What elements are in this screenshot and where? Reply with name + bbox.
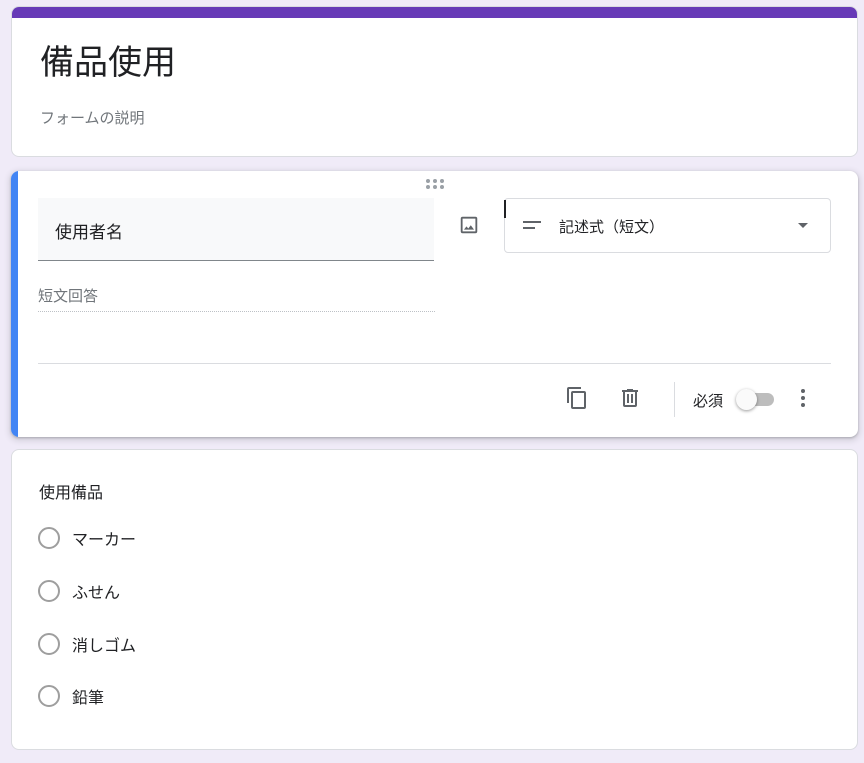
- toggle-thumb: [736, 389, 757, 410]
- delete-button[interactable]: [616, 384, 644, 412]
- card-divider: [38, 363, 831, 364]
- option-label: マーカー: [72, 530, 137, 549]
- duplicate-button[interactable]: [563, 384, 591, 412]
- radio-option[interactable]: 鉛筆: [38, 684, 104, 708]
- text-cursor: [504, 200, 506, 218]
- add-image-button[interactable]: [453, 209, 485, 241]
- active-question-indicator: [11, 171, 18, 437]
- radio-button[interactable]: [38, 685, 60, 707]
- question-card[interactable]: 使用備品 マーカー ふせん 消しゴム 鉛筆: [11, 449, 858, 750]
- required-label: 必須: [693, 392, 724, 410]
- drag-handle-icon[interactable]: [426, 179, 444, 189]
- option-label: ふせん: [72, 583, 121, 602]
- short-answer-placeholder: 短文回答: [38, 285, 435, 312]
- radio-button[interactable]: [38, 580, 60, 602]
- image-icon: [460, 216, 478, 234]
- arrow-drop-down-icon: [798, 223, 808, 228]
- radio-option[interactable]: ふせん: [38, 579, 120, 603]
- short-text-icon: [523, 221, 541, 229]
- question-title: 使用備品: [39, 483, 104, 502]
- question-card-active[interactable]: 使用者名 記述式（短文） 短文回答 必須: [11, 171, 858, 437]
- radio-button[interactable]: [38, 527, 60, 549]
- form-header-card: 備品使用 フォームの説明: [11, 6, 858, 157]
- trash-icon: [622, 389, 638, 407]
- radio-option[interactable]: 消しゴム: [38, 632, 136, 656]
- radio-button[interactable]: [38, 633, 60, 655]
- footer-divider: [674, 382, 675, 417]
- question-title-text: 使用者名: [55, 223, 123, 243]
- question-type-label: 記述式（短文）: [559, 218, 665, 236]
- option-label: 消しゴム: [72, 636, 137, 655]
- form-description-field[interactable]: フォームの説明: [40, 107, 145, 128]
- required-toggle[interactable]: [736, 388, 778, 410]
- radio-option[interactable]: マーカー: [38, 526, 136, 550]
- question-title-field[interactable]: 使用者名: [38, 198, 434, 261]
- more-vert-icon: [801, 389, 805, 407]
- question-type-dropdown[interactable]: 記述式（短文）: [504, 198, 831, 253]
- copy-icon: [567, 387, 586, 409]
- option-label: 鉛筆: [72, 688, 105, 707]
- form-title[interactable]: 備品使用: [40, 43, 176, 83]
- theme-color-bar: [12, 7, 857, 18]
- more-options-button[interactable]: [789, 384, 817, 412]
